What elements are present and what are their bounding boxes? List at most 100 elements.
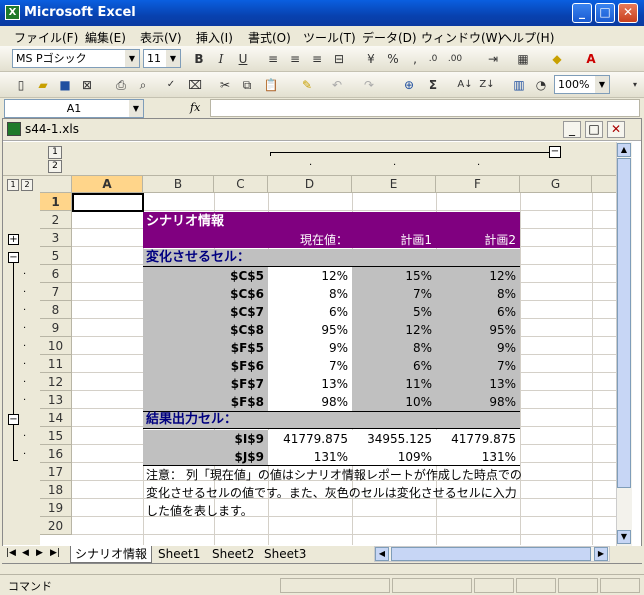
font-size-combo[interactable]: 11 ▼	[143, 49, 181, 68]
select-all-corner[interactable]	[40, 176, 72, 193]
copy-icon[interactable]: ⧉	[238, 76, 256, 94]
outline-collapse-button[interactable]: −	[8, 414, 19, 425]
chevron-down-icon[interactable]: ▼	[125, 50, 139, 67]
row-header[interactable]: 1	[40, 193, 72, 211]
close-button[interactable]: ✕	[618, 3, 638, 23]
align-left-icon[interactable]: ≡	[264, 50, 282, 68]
row-header[interactable]: 2	[40, 211, 72, 229]
open-icon[interactable]: ▰	[34, 76, 52, 94]
cut-icon[interactable]: ✂	[216, 76, 234, 94]
sort-ascending-icon[interactable]: A↓	[456, 76, 474, 94]
name-box[interactable]: A1 ▼	[4, 99, 144, 118]
bold-icon[interactable]: B	[190, 50, 208, 68]
column-header-f[interactable]: F	[436, 176, 520, 193]
menu-tools[interactable]: ツール(T)	[303, 29, 356, 46]
outline-expand-button[interactable]: +	[8, 234, 19, 245]
print-icon[interactable]: ⎙	[112, 76, 130, 94]
row-header[interactable]: 18	[40, 481, 72, 499]
scroll-down-arrow-icon[interactable]: ▼	[617, 530, 631, 544]
row-header[interactable]: 12	[40, 373, 72, 391]
row-header[interactable]: 10	[40, 337, 72, 355]
row-header[interactable]: 13	[40, 391, 72, 409]
drawing-icon[interactable]: ◔	[532, 76, 550, 94]
percent-icon[interactable]: %	[384, 50, 402, 68]
outline-collapse-button[interactable]: −	[8, 252, 19, 263]
wb-minimize-button[interactable]: _	[563, 121, 581, 138]
decrease-decimal-icon[interactable]: .00	[446, 50, 464, 68]
outline-level-1-button[interactable]: 1	[48, 146, 62, 159]
row-header[interactable]: 3	[40, 229, 72, 247]
vertical-scroll-thumb[interactable]	[617, 158, 631, 488]
scroll-right-arrow-icon[interactable]: ▶	[594, 547, 608, 561]
row-header[interactable]: 9	[40, 319, 72, 337]
paste-icon[interactable]: 📋	[262, 76, 280, 94]
row-header[interactable]: 15	[40, 427, 72, 445]
tab-sheet1[interactable]: Sheet1	[158, 547, 200, 561]
hyperlink-icon[interactable]: ⊕	[400, 76, 418, 94]
row-header[interactable]: 17	[40, 463, 72, 481]
row-header[interactable]: 11	[40, 355, 72, 373]
column-header-g[interactable]: G	[520, 176, 592, 193]
merge-center-icon[interactable]: ⊟	[330, 50, 348, 68]
menu-insert[interactable]: 挿入(I)	[196, 29, 233, 46]
active-cell[interactable]	[72, 193, 144, 212]
research-icon[interactable]: ⌧	[186, 76, 204, 94]
horizontal-scroll-thumb[interactable]	[391, 547, 591, 561]
increase-decimal-icon[interactable]: .0	[424, 50, 442, 68]
chart-wizard-icon[interactable]: ▥	[510, 76, 528, 94]
row-header[interactable]: 16	[40, 445, 72, 463]
align-center-icon[interactable]: ≡	[286, 50, 304, 68]
menu-data[interactable]: データ(D)	[362, 29, 417, 46]
row-header[interactable]: 6	[40, 265, 72, 283]
wb-close-button[interactable]: ✕	[607, 121, 625, 138]
sort-descending-icon[interactable]: Z↓	[478, 76, 496, 94]
row-header[interactable]: 5	[40, 247, 72, 265]
row-header[interactable]: 7	[40, 283, 72, 301]
prev-sheet-icon[interactable]: ◀	[22, 548, 29, 558]
tab-sheet2[interactable]: Sheet2	[212, 547, 254, 561]
tab-scenario-info[interactable]: シナリオ情報	[70, 546, 153, 563]
outline-collapse-columns-button[interactable]: −	[549, 146, 561, 158]
menu-help[interactable]: ヘルプ(H)	[500, 29, 554, 46]
comma-icon[interactable]: ,	[406, 50, 424, 68]
chevron-down-icon[interactable]: ▼	[166, 50, 180, 67]
last-sheet-icon[interactable]: ▶|	[50, 548, 60, 558]
column-header-c[interactable]: C	[214, 176, 268, 193]
toolbar-options-icon[interactable]: ▾	[626, 76, 644, 94]
zoom-combo[interactable]: 100% ▼	[554, 75, 610, 94]
currency-icon[interactable]: ¥	[362, 50, 380, 68]
column-header-e[interactable]: E	[352, 176, 436, 193]
new-icon[interactable]: ▯	[12, 76, 30, 94]
spelling-icon[interactable]: ✓	[162, 76, 180, 94]
print-preview-icon[interactable]: ⌕	[134, 76, 152, 94]
row-header[interactable]: 8	[40, 301, 72, 319]
formula-input[interactable]	[210, 99, 640, 117]
row-outline-level-2-button[interactable]: 2	[21, 179, 33, 191]
fx-icon[interactable]: fx	[190, 101, 200, 114]
row-header[interactable]: 20	[40, 517, 72, 535]
outline-level-2-button[interactable]: 2	[48, 160, 62, 173]
indent-icon[interactable]: ⇥	[484, 50, 502, 68]
first-sheet-icon[interactable]: |◀	[6, 548, 16, 558]
menu-window[interactable]: ウィンドウ(W)	[421, 29, 502, 46]
borders-icon[interactable]: ▦	[514, 50, 532, 68]
scroll-up-arrow-icon[interactable]: ▲	[617, 143, 631, 157]
minimize-button[interactable]: _	[572, 3, 592, 23]
next-sheet-icon[interactable]: ▶	[36, 548, 43, 558]
save-icon[interactable]: ■	[56, 76, 74, 94]
format-painter-icon[interactable]: ✎	[298, 76, 316, 94]
italic-icon[interactable]: I	[212, 50, 230, 68]
row-header[interactable]: 19	[40, 499, 72, 517]
menu-view[interactable]: 表示(V)	[140, 29, 182, 46]
scroll-left-arrow-icon[interactable]: ◀	[375, 547, 389, 561]
autosum-icon[interactable]: Σ	[424, 76, 442, 94]
wb-restore-button[interactable]: □	[585, 121, 603, 138]
underline-icon[interactable]: U	[234, 50, 252, 68]
undo-icon[interactable]: ↶	[328, 76, 346, 94]
column-header-d[interactable]: D	[268, 176, 352, 193]
redo-icon[interactable]: ↷	[360, 76, 378, 94]
menu-file[interactable]: ファイル(F)	[14, 29, 78, 46]
permission-icon[interactable]: ⊠	[78, 76, 96, 94]
chevron-down-icon[interactable]: ▼	[129, 100, 143, 117]
menu-format[interactable]: 書式(O)	[248, 29, 291, 46]
